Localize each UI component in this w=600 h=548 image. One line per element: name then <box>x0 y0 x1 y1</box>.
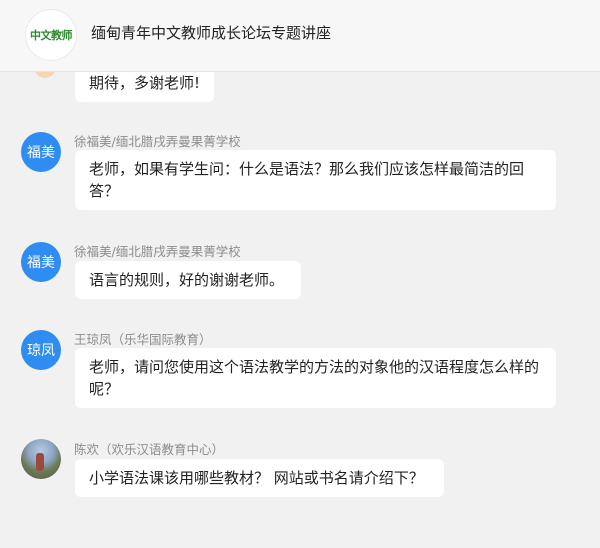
message-bubble: 老师，请问您使用这个语法教学的方法的对象他的汉语程度怎么样的呢？ <box>75 348 556 408</box>
avatar-initials: 福美 <box>27 255 55 271</box>
message-text: 老师，请问您使用这个语法教学的方法的对象他的汉语程度怎么样的呢？ <box>89 358 540 398</box>
message-text: 老师，如果有学生问：什么是语法？那么我们应该怎样最简洁的回答？ <box>89 160 525 200</box>
avatar[interactable]: 福美 <box>21 132 61 172</box>
chat-feed[interactable]: 期待，多谢老师! 福美 徐福美/缅北腊戌弄曼果菁学校 老师，如果有学生问：什么是… <box>0 0 600 548</box>
message-bubble: 老师，如果有学生问：什么是语法？那么我们应该怎样最简洁的回答？ <box>75 150 556 210</box>
sender-name: 王琼凤（乐华国际教育） <box>74 332 212 347</box>
message-bubble: 语言的规则，好的谢谢老师。 <box>75 261 301 299</box>
message-text: 小学语法课该用哪些教材？ 网站或书名请介绍下？ <box>89 469 424 487</box>
logo-text: 中文教师 <box>30 29 73 42</box>
sender-name: 徐福美/缅北腊戌弄曼果菁学校 <box>74 134 241 149</box>
page-title: 缅甸青年中文教师成长论坛专题讲座 <box>91 24 332 42</box>
avatar-photo-figure <box>36 453 44 471</box>
message-text: 期待，多谢老师! <box>89 74 201 92</box>
avatar-initials: 福美 <box>27 145 55 161</box>
sender-name: 陈欢（欢乐汉语教育中心） <box>74 442 225 457</box>
message-text: 语言的规则，好的谢谢老师。 <box>89 271 285 289</box>
avatar[interactable]: 福美 <box>21 242 61 282</box>
top-bar: 中文教师 缅甸青年中文教师成长论坛专题讲座 <box>0 0 600 72</box>
avatar-initials: 琼凤 <box>27 343 55 359</box>
avatar[interactable] <box>21 439 61 479</box>
logo: 中文教师 <box>26 10 76 60</box>
sender-name: 徐福美/缅北腊戌弄曼果菁学校 <box>74 244 241 259</box>
message-bubble: 小学语法课该用哪些教材？ 网站或书名请介绍下？ <box>75 459 444 497</box>
avatar[interactable]: 琼凤 <box>21 330 61 370</box>
